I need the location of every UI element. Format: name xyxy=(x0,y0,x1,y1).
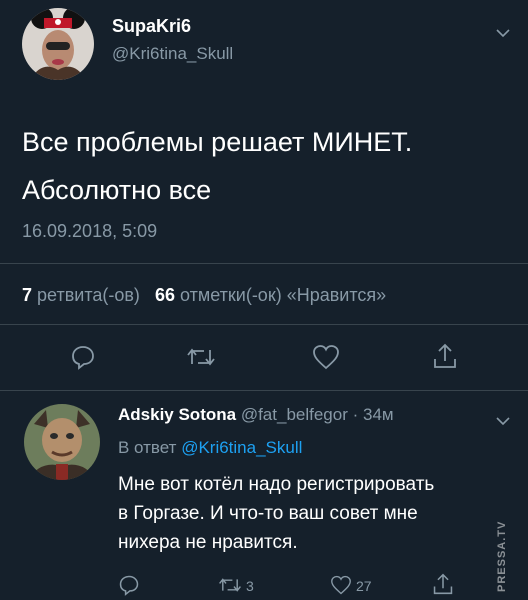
avatar[interactable] xyxy=(22,8,94,80)
like-count[interactable]: 27 xyxy=(356,578,372,594)
avatar[interactable] xyxy=(24,404,100,480)
user-handle[interactable]: @fat_belfegor xyxy=(241,405,348,424)
display-name[interactable]: Adskiy Sotona xyxy=(118,405,236,424)
reply-header: Adskiy Sotona @fat_belfegor · 34м xyxy=(118,405,394,425)
tweet-text-line: нихера не нравится. xyxy=(118,532,298,553)
tweet-text-line: Все проблемы решает МИНЕТ. xyxy=(22,127,413,157)
like-label[interactable]: отметки(-ок) «Нравится» xyxy=(180,285,386,305)
heart-icon[interactable] xyxy=(330,575,352,595)
user-handle[interactable]: @Kri6tina_Skull xyxy=(112,44,233,64)
share-icon[interactable] xyxy=(432,342,458,370)
timestamp[interactable]: 16.09.2018, 5:09 xyxy=(22,221,157,242)
in-reply-handle-link[interactable]: @Kri6tina_Skull xyxy=(181,438,302,457)
retweet-count[interactable]: 3 xyxy=(246,578,254,594)
like-count[interactable]: 66 xyxy=(155,285,175,305)
watermark: PRESSA.TV xyxy=(496,520,508,592)
in-reply-prefix: В ответ xyxy=(118,438,177,457)
share-icon[interactable] xyxy=(432,572,454,596)
chevron-down-icon[interactable] xyxy=(496,28,510,38)
reply-icon[interactable] xyxy=(70,344,96,370)
tweet-text-line: Мне вот котёл надо регистрировать xyxy=(118,474,435,495)
retweet-label[interactable]: ретвита(-ов) xyxy=(37,285,140,305)
retweet-icon[interactable] xyxy=(218,576,242,594)
time-ago[interactable]: 34м xyxy=(363,405,394,424)
tweet-text-line: Абсолютно все xyxy=(22,175,212,205)
tweet-text: Все проблемы решает МИНЕТ. Абсолютно все xyxy=(22,118,412,214)
divider xyxy=(0,390,528,391)
chevron-down-icon[interactable] xyxy=(496,416,510,426)
tweet-text-line: в Горгазе. И что-то ваш совет мне xyxy=(118,503,418,524)
retweet-count[interactable]: 7 xyxy=(22,285,32,305)
retweet-icon[interactable] xyxy=(186,346,216,368)
divider xyxy=(0,324,528,325)
reply-icon[interactable] xyxy=(118,574,140,596)
engagement-stats: 7 ретвита(-ов) 66 отметки(-ок) «Нравится… xyxy=(22,285,386,306)
tweet-text: Мне вот котёл надо регистрировать в Горг… xyxy=(118,470,508,557)
display-name[interactable]: SupaKri6 xyxy=(112,16,191,37)
heart-icon[interactable] xyxy=(312,344,340,370)
separator: · xyxy=(352,405,359,424)
in-reply-to: В ответ @Kri6tina_Skull xyxy=(118,438,302,458)
divider xyxy=(0,263,528,264)
